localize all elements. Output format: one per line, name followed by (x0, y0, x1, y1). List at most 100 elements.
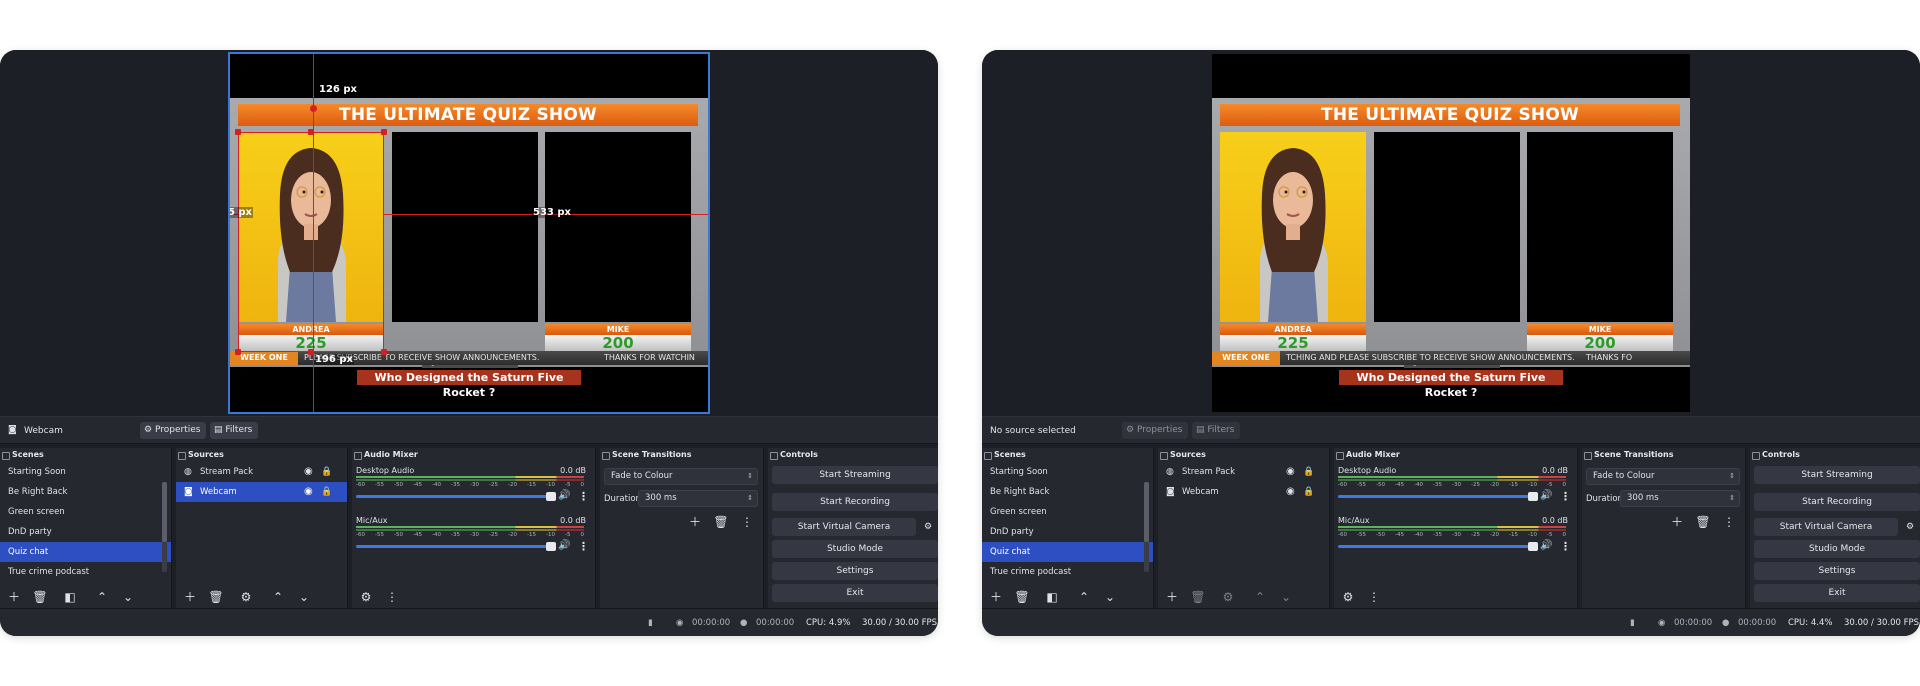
studio-mode-button[interactable]: Studio Mode (1754, 540, 1920, 558)
scene-item[interactable]: Starting Soon (0, 462, 171, 482)
start-streaming-button[interactable]: Start Streaming (772, 466, 938, 484)
move-up-icon[interactable]: ⌃ (94, 590, 110, 604)
scrollbar-thumb[interactable] (1144, 482, 1149, 542)
scene-item[interactable]: Quiz chat (0, 542, 171, 562)
source-up-icon[interactable]: ⌃ (1252, 590, 1268, 604)
program-canvas[interactable]: THE ULTIMATE QUIZ SHOW ANDREA 225 MIKE 2… (228, 52, 710, 414)
add-source-button[interactable]: ＋ (182, 590, 198, 604)
lock-icon[interactable]: 🔒 (321, 482, 332, 502)
remove-scene-button[interactable]: 🗑 (1014, 590, 1030, 604)
visibility-icon[interactable]: ◉ (1286, 462, 1295, 482)
source-item[interactable]: ◍ Stream Pack ◉ 🔒 (1158, 462, 1329, 482)
scenes-scrollbar[interactable] (1144, 482, 1149, 572)
source-down-icon[interactable]: ⌄ (1278, 590, 1294, 604)
duration-input[interactable]: 300 ms ⇕ (1620, 490, 1740, 507)
fader-knob[interactable] (546, 542, 556, 551)
scene-item[interactable]: DnD party (0, 522, 171, 542)
source-down-icon[interactable]: ⌄ (296, 590, 312, 604)
visibility-icon[interactable]: ◉ (304, 462, 313, 482)
mixer-more-icon[interactable]: ⋮ (1366, 590, 1382, 604)
exit-button[interactable]: Exit (1754, 584, 1920, 602)
speaker-icon[interactable]: 🔊 (1540, 540, 1552, 551)
scrollbar-thumb[interactable] (162, 482, 167, 542)
start-streaming-button[interactable]: Start Streaming (1754, 466, 1920, 484)
speaker-icon[interactable]: 🔊 (558, 490, 570, 501)
volume-fader[interactable] (1338, 495, 1534, 498)
transition-select[interactable]: Fade to Colour ⇕ (604, 468, 758, 485)
scene-item[interactable]: DnD party (982, 522, 1153, 542)
move-down-icon[interactable]: ⌄ (120, 590, 136, 604)
filters-button[interactable]: ▤ Filters (1192, 422, 1241, 439)
more-icon[interactable]: ⋮ (578, 540, 589, 553)
start-virtual-camera-button[interactable]: Start Virtual Camera (1754, 518, 1898, 536)
stepper-icon[interactable]: ⇕ (1729, 491, 1735, 506)
virtual-camera-gear-icon[interactable]: ⚙ (1902, 518, 1918, 536)
settings-button[interactable]: Settings (772, 562, 938, 580)
start-recording-button[interactable]: Start Recording (1754, 493, 1920, 511)
start-recording-button[interactable]: Start Recording (772, 493, 938, 511)
move-up-icon[interactable]: ⌃ (1076, 590, 1092, 604)
visibility-icon[interactable]: ◉ (1286, 482, 1295, 502)
source-item[interactable]: ◙ Webcam ◉ 🔒 (176, 482, 347, 502)
lock-icon[interactable]: 🔒 (1303, 462, 1314, 482)
volume-fader[interactable] (1338, 545, 1534, 548)
scene-item[interactable]: True crime podcast (982, 562, 1153, 582)
add-source-button[interactable]: ＋ (1164, 590, 1180, 604)
scene-item[interactable]: Be Right Back (0, 482, 171, 502)
scene-item[interactable]: Green screen (0, 502, 171, 522)
volume-fader[interactable] (356, 545, 552, 548)
filters-button[interactable]: ▤ Filters (210, 422, 259, 439)
fader-knob[interactable] (1528, 542, 1538, 551)
mixer-settings-icon[interactable]: ⚙ (1340, 590, 1356, 604)
remove-transition-button[interactable]: 🗑 (712, 514, 730, 530)
remove-source-button[interactable]: 🗑 (1190, 590, 1206, 604)
transition-more-icon[interactable]: ⋮ (1720, 514, 1738, 530)
remove-source-button[interactable]: 🗑 (208, 590, 224, 604)
fader-knob[interactable] (546, 492, 556, 501)
lock-icon[interactable]: 🔒 (321, 462, 332, 482)
preview-area[interactable]: THE ULTIMATE QUIZ SHOW ANDREA 225 MIKE 2… (982, 50, 1920, 416)
program-canvas[interactable]: THE ULTIMATE QUIZ SHOW ANDREA 225 MIKE 2… (1212, 54, 1690, 412)
virtual-camera-gear-icon[interactable]: ⚙ (920, 518, 936, 536)
remove-transition-button[interactable]: 🗑 (1694, 514, 1712, 530)
exit-button[interactable]: Exit (772, 584, 938, 602)
source-item[interactable]: ◍ Stream Pack ◉ 🔒 (176, 462, 347, 482)
scene-item[interactable]: Green screen (982, 502, 1153, 522)
speaker-icon[interactable]: 🔊 (1540, 490, 1552, 501)
volume-fader[interactable] (356, 495, 552, 498)
source-up-icon[interactable]: ⌃ (270, 590, 286, 604)
scene-item[interactable]: Starting Soon (982, 462, 1153, 482)
add-scene-button[interactable]: ＋ (6, 590, 22, 604)
add-transition-button[interactable]: ＋ (686, 514, 704, 530)
move-down-icon[interactable]: ⌄ (1102, 590, 1118, 604)
scene-item[interactable]: Be Right Back (982, 482, 1153, 502)
start-virtual-camera-button[interactable]: Start Virtual Camera (772, 518, 916, 536)
scene-item[interactable]: True crime podcast (0, 562, 171, 582)
remove-scene-button[interactable]: 🗑 (32, 590, 48, 604)
more-icon[interactable]: ⋮ (1560, 540, 1571, 553)
mixer-settings-icon[interactable]: ⚙ (358, 590, 374, 604)
settings-button[interactable]: Settings (1754, 562, 1920, 580)
duration-input[interactable]: 300 ms ⇕ (638, 490, 758, 507)
properties-button[interactable]: ⚙ Properties (140, 422, 207, 439)
source-item[interactable]: ◙ Webcam ◉ 🔒 (1158, 482, 1329, 502)
mixer-more-icon[interactable]: ⋮ (384, 590, 400, 604)
add-transition-button[interactable]: ＋ (1668, 514, 1686, 530)
fader-knob[interactable] (1528, 492, 1538, 501)
stepper-icon[interactable]: ⇕ (747, 491, 753, 506)
more-icon[interactable]: ⋮ (578, 490, 589, 503)
preview-area[interactable]: THE ULTIMATE QUIZ SHOW ANDREA 225 MIKE 2… (0, 50, 938, 416)
transition-select[interactable]: Fade to Colour ⇕ (1586, 468, 1740, 485)
source-properties-button[interactable]: ⚙ (238, 590, 254, 604)
speaker-icon[interactable]: 🔊 (558, 540, 570, 551)
scene-filters-button[interactable]: ◧ (62, 590, 78, 604)
more-icon[interactable]: ⋮ (1560, 490, 1571, 503)
scenes-scrollbar[interactable] (162, 482, 167, 572)
properties-button[interactable]: ⚙ Properties (1122, 422, 1189, 439)
visibility-icon[interactable]: ◉ (304, 482, 313, 502)
studio-mode-button[interactable]: Studio Mode (772, 540, 938, 558)
scene-item[interactable]: Quiz chat (982, 542, 1153, 562)
add-scene-button[interactable]: ＋ (988, 590, 1004, 604)
transition-more-icon[interactable]: ⋮ (738, 514, 756, 530)
lock-icon[interactable]: 🔒 (1303, 482, 1314, 502)
